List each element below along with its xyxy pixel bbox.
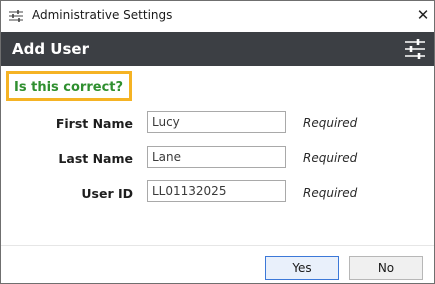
user-id-field[interactable]: LL01132025 bbox=[147, 180, 286, 202]
dialog-footer: Yes No bbox=[1, 245, 434, 283]
last-name-required-hint: Required bbox=[303, 151, 358, 165]
last-name-field[interactable]: Lane bbox=[147, 146, 286, 168]
first-name-label: First Name bbox=[55, 116, 133, 131]
user-id-required-hint: Required bbox=[303, 186, 358, 200]
settings-sliders-icon[interactable] bbox=[404, 38, 426, 60]
no-button[interactable]: No bbox=[349, 256, 423, 280]
close-icon[interactable]: ✕ bbox=[414, 5, 432, 25]
sliders-icon bbox=[9, 10, 23, 22]
user-id-label: User ID bbox=[81, 186, 133, 201]
first-name-required-hint: Required bbox=[303, 116, 358, 130]
yes-button[interactable]: Yes bbox=[265, 256, 339, 280]
dialog-heading: Add User bbox=[12, 40, 89, 58]
dialog-window: Administrative Settings ✕ Add User Is th… bbox=[0, 0, 435, 284]
window-title: Administrative Settings bbox=[32, 8, 173, 22]
first-name-field[interactable]: Lucy bbox=[147, 111, 286, 133]
confirm-prompt: Is this correct? bbox=[14, 80, 124, 95]
last-name-label: Last Name bbox=[58, 151, 133, 166]
dialog-header: Add User bbox=[1, 32, 434, 66]
title-bar: Administrative Settings ✕ bbox=[1, 1, 434, 32]
confirm-prompt-highlight: Is this correct? bbox=[6, 71, 133, 101]
